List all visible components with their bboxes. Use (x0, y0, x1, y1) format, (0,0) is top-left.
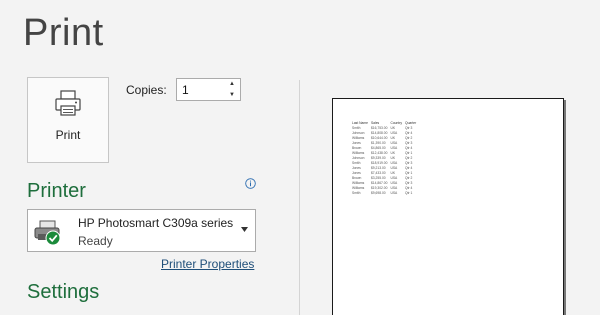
printer-name: HP Photosmart C309a series (78, 216, 234, 230)
preview-table-body: Smith $16,753.00 UK Qtr 3 Johnson $14,808.00 U… (352, 126, 419, 196)
info-icon[interactable] (245, 178, 256, 189)
copies-spin-buttons: ▲ ▼ (226, 79, 238, 100)
print-button-label: Print (55, 128, 81, 142)
print-preview-page: Last Name Sales Country Quarter Smith $16,75… (332, 98, 564, 315)
chevron-down-icon (241, 227, 248, 232)
copies-label: Copies: (126, 83, 167, 97)
preview-table: Last Name Sales Country Quarter Smith $16,75… (352, 121, 419, 196)
preview-cell: Smith (352, 191, 361, 195)
page-title: Print (23, 12, 104, 54)
printer-icon (55, 90, 81, 116)
decrement-arrow-icon[interactable]: ▼ (229, 92, 235, 98)
settings-section-heading: Settings (27, 281, 100, 303)
printer-select-dropdown[interactable]: HP Photosmart C309a series Ready (27, 209, 256, 252)
panel-divider (299, 80, 300, 315)
printer-ready-icon (34, 220, 61, 246)
printer-status: Ready (78, 234, 113, 248)
printer-properties-link[interactable]: Printer Properties (161, 257, 254, 271)
print-button[interactable]: Print (27, 77, 109, 163)
preview-cell: Qtr 1 (405, 191, 413, 195)
copies-stepper[interactable]: 1 ▲ ▼ (176, 78, 241, 101)
copies-value[interactable]: 1 (177, 83, 226, 97)
printer-section-heading: Printer (27, 180, 86, 202)
preview-cell: USA (390, 191, 398, 195)
preview-row: Smith $9,698.00 USA Qtr 1 (352, 191, 419, 196)
increment-arrow-icon[interactable]: ▲ (229, 81, 235, 87)
preview-cell: $9,698.00 (370, 191, 386, 195)
